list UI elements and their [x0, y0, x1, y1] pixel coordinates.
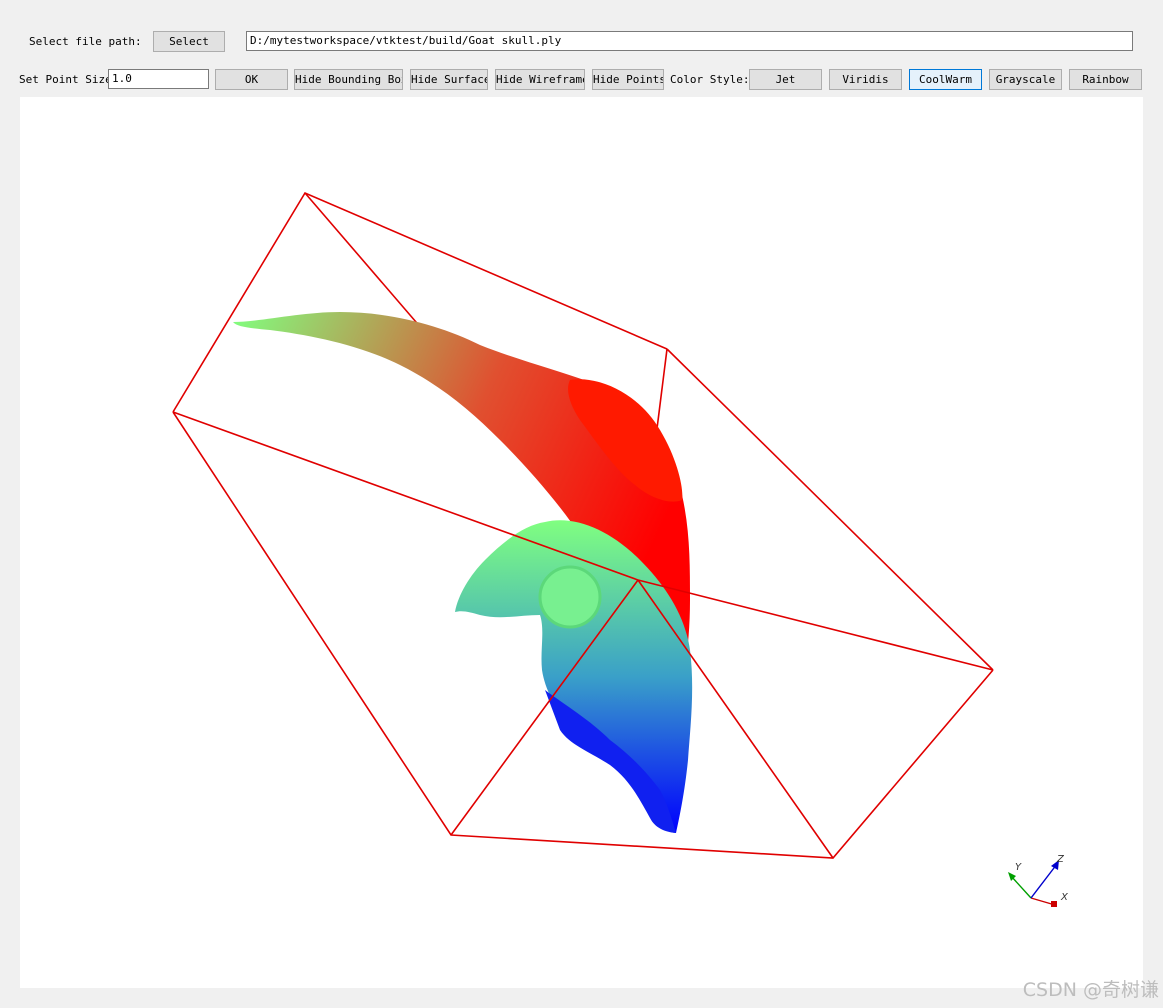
ok-button[interactable]: OK [215, 69, 288, 90]
bounding-box-edge [666, 348, 994, 671]
hide-bounding-box-button[interactable]: Hide Bounding Box [294, 69, 403, 90]
render-viewport[interactable]: X Y Z [20, 97, 1143, 988]
axis-x-head [1051, 901, 1057, 907]
watermark: CSDN @奇树谦 [1022, 979, 1159, 1001]
goat-skull-point-cloud [233, 312, 693, 833]
hide-wireframe-button[interactable]: Hide Wireframe [495, 69, 585, 90]
axis-z-label: Z [1056, 854, 1065, 865]
scene-canvas: X Y Z [172, 191, 1069, 907]
color-style-grayscale-button[interactable]: Grayscale [989, 69, 1062, 90]
file-path-input[interactable]: D:/mytestworkspace/vtktest/build/Goat sk… [246, 31, 1133, 51]
color-style-viridis-button[interactable]: Viridis [829, 69, 902, 90]
orientation-axes-widget: X Y Z [1008, 854, 1069, 907]
select-file-path-label: Select file path: [29, 35, 142, 48]
skull-eye-socket [538, 565, 602, 629]
color-style-label: Color Style: [670, 73, 750, 86]
axis-y-line [1010, 875, 1032, 899]
select-file-button[interactable]: Select [153, 31, 225, 52]
vtk-viewer-window: Select file path: Select D:/mytestworksp… [0, 0, 1163, 1008]
hide-surface-button[interactable]: Hide Surface [410, 69, 488, 90]
color-style-jet-button[interactable]: Jet [749, 69, 822, 90]
point-size-label: Set Point Size [19, 73, 112, 86]
axis-z-line [1030, 863, 1058, 899]
hide-points-button[interactable]: Hide Points [592, 69, 664, 90]
point-size-input[interactable]: 1.0 [108, 69, 209, 89]
axis-x-label: X [1060, 892, 1069, 903]
bounding-box-back-edges [172, 191, 668, 413]
color-style-rainbow-button[interactable]: Rainbow [1069, 69, 1142, 90]
color-style-coolwarm-button[interactable]: CoolWarm [909, 69, 982, 90]
axis-y-label: Y [1015, 862, 1022, 873]
